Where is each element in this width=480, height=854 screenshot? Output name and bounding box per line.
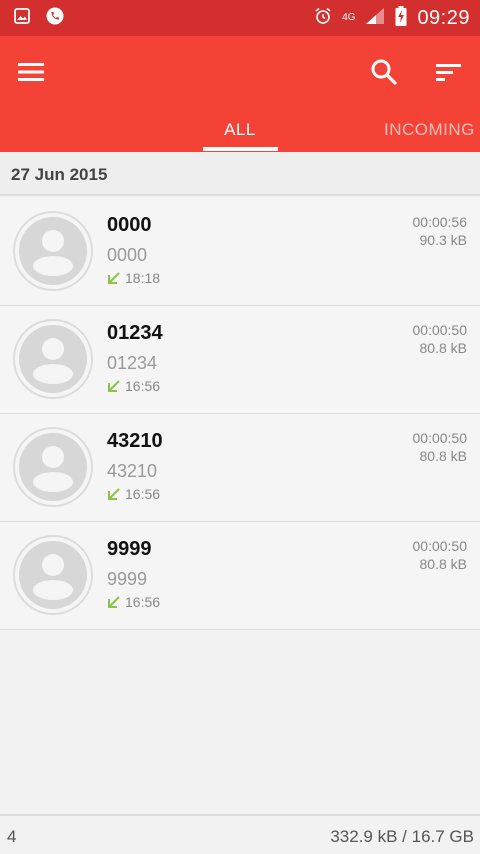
avatar: [13, 319, 93, 399]
call-recorder-icon: [46, 7, 64, 30]
signal-icon: [365, 7, 385, 30]
contact-placeholder-icon: [19, 433, 87, 501]
recording-size: 90.3 kB: [419, 232, 467, 248]
tab-all[interactable]: ALL: [203, 120, 277, 140]
recording-duration: 00:00:50: [412, 538, 468, 554]
network-type: 4G: [342, 12, 356, 23]
footer-bar: 4 332.9 kB / 16.7 GB: [0, 814, 480, 854]
contact-name: 01234: [107, 322, 163, 344]
phone-number: 43210: [107, 461, 158, 481]
battery-charging-icon: [395, 5, 407, 31]
recording-count: 4: [7, 827, 17, 846]
recording-duration: 00:00:56: [412, 214, 468, 230]
avatar: [13, 427, 93, 507]
recording-size: 80.8 kB: [419, 340, 467, 356]
contact-name: 9999: [107, 538, 152, 560]
tab-incoming[interactable]: INCOMING: [384, 120, 475, 140]
call-time: 16:56: [125, 594, 161, 610]
incoming-call-icon: [108, 488, 120, 500]
contact-placeholder-icon: [19, 541, 87, 609]
recording-size: 80.8 kB: [419, 448, 467, 464]
phone-number: 0000: [107, 245, 148, 265]
list-item[interactable]: 9999 9999 16:56 00:00:50 80.8 kB: [0, 522, 480, 630]
call-time: 16:56: [125, 378, 161, 394]
search-icon: [371, 59, 397, 85]
call-info: 16:56: [107, 486, 160, 502]
alarm-icon: [314, 7, 332, 30]
recording-size: 80.8 kB: [419, 556, 467, 572]
tab-indicator: [203, 147, 278, 151]
contact-placeholder-icon: [19, 217, 87, 285]
status-bar: 4G 09:29: [0, 0, 480, 36]
recording-duration: 00:00:50: [412, 430, 468, 446]
contact-placeholder-icon: [19, 325, 87, 393]
call-info: 18:18: [107, 270, 160, 286]
avatar: [13, 211, 93, 291]
call-time: 16:56: [125, 486, 161, 502]
search-button[interactable]: [368, 56, 400, 88]
recordings-list: 0000 0000 18:18 00:00:56 90.3 kB 01234 0…: [0, 198, 480, 630]
call-time: 18:18: [125, 270, 161, 286]
sort-button[interactable]: [432, 56, 464, 88]
app-bar: ALL INCOMING: [0, 36, 480, 152]
incoming-call-icon: [108, 272, 120, 284]
date-header: 27 Jun 2015: [0, 152, 480, 196]
contact-name: 0000: [107, 214, 152, 236]
storage-usage: 332.9 kB / 16.7 GB: [330, 827, 474, 846]
avatar: [13, 535, 93, 615]
sort-icon: [436, 64, 461, 81]
call-info: 16:56: [107, 594, 160, 610]
list-item[interactable]: 43210 43210 16:56 00:00:50 80.8 kB: [0, 414, 480, 522]
incoming-call-icon: [108, 380, 120, 392]
phone-number: 9999: [107, 569, 148, 589]
call-info: 16:56: [107, 378, 160, 394]
list-item[interactable]: 0000 0000 18:18 00:00:56 90.3 kB: [0, 198, 480, 306]
recording-duration: 00:00:50: [412, 322, 468, 338]
contact-name: 43210: [107, 430, 163, 452]
status-time: 09:29: [417, 6, 470, 29]
list-item[interactable]: 01234 01234 16:56 00:00:50 80.8 kB: [0, 306, 480, 414]
phone-number: 01234: [107, 353, 158, 373]
menu-button[interactable]: [16, 58, 48, 86]
menu-icon: [18, 63, 44, 81]
incoming-call-icon: [108, 596, 120, 608]
gallery-icon: [14, 7, 30, 29]
